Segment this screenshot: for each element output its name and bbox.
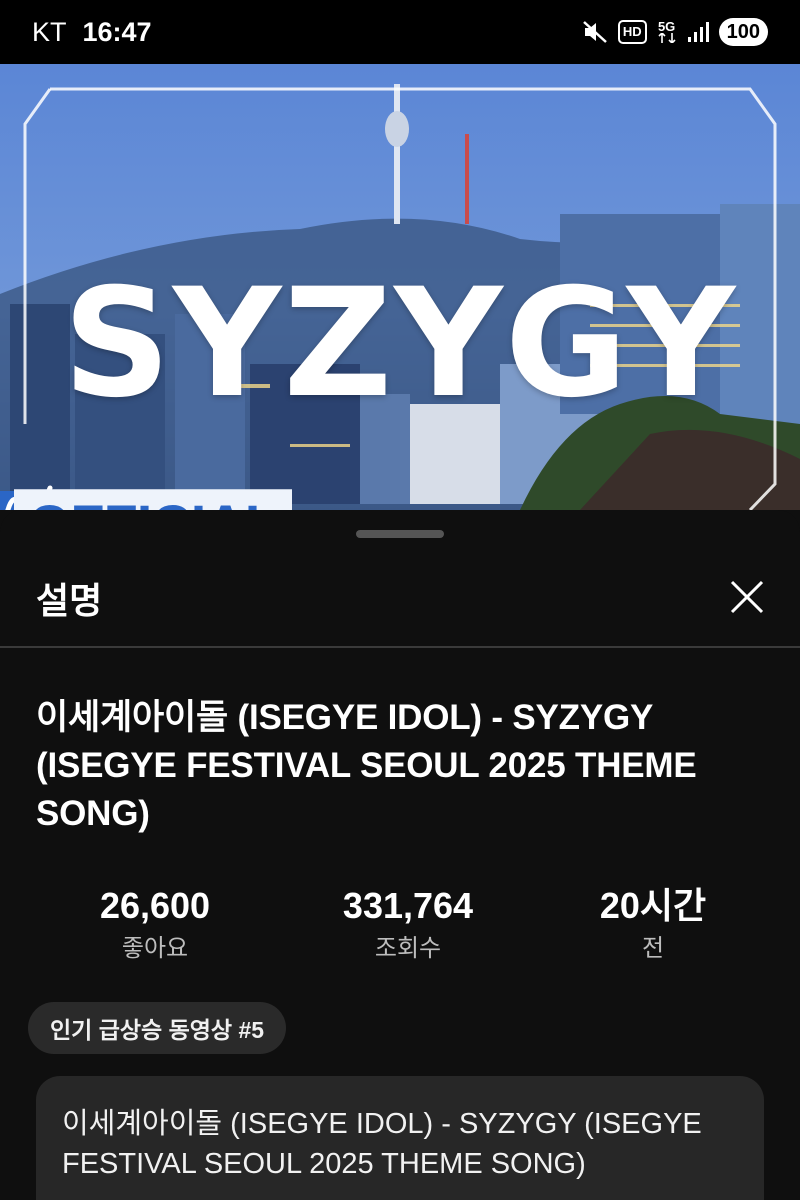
upload-time-label: 전 (641, 935, 665, 962)
video-title: 이세계아이돌 (ISEGYE IDOL) - SYZYGY (ISEGYE FE… (36, 698, 697, 833)
likes-count: 26,600 (99, 885, 211, 926)
trending-chip[interactable]: 인기 급상승 동영상 #5 (28, 1002, 287, 1054)
hd-icon: HD (617, 20, 647, 44)
status-bar: KT 16:47 HD 5G 100 (0, 0, 800, 64)
drag-handle[interactable] (356, 530, 444, 538)
thumbnail-title: SYZYGY (62, 257, 738, 431)
mute-icon (582, 20, 608, 44)
close-icon (730, 580, 764, 614)
upload-time-stat: 20시간 전 (543, 882, 763, 968)
official-label: OFFICIAL (13, 489, 292, 510)
stats-row: 26,600 좋아요 331,764 조회수 20시간 전 (0, 882, 800, 972)
status-right: HD 5G 100 (582, 18, 768, 46)
views-label: 조회수 (374, 935, 442, 962)
description-text: 이세계아이돌 (ISEGYE IDOL) - SYZYGY (ISEGYE FE… (62, 1108, 702, 1180)
official-badge: OFFICIAL (0, 478, 292, 510)
sheet-title: 설명 (36, 580, 103, 621)
likes-stat: 26,600 좋아요 (45, 882, 265, 968)
views-stat: 331,764 조회수 (298, 882, 518, 968)
signal-icon (687, 21, 709, 43)
description-sheet: 설명 이세계아이돌 (ISEGYE IDOL) - SYZYGY (ISEGYE… (0, 510, 800, 1200)
likes-label: 좋아요 (121, 935, 189, 962)
channel-logo-icon (0, 485, 67, 510)
5g-label: 5G (657, 19, 676, 34)
status-left: KT 16:47 (32, 17, 152, 48)
description-box[interactable]: 이세계아이돌 (ISEGYE IDOL) - SYZYGY (ISEGYE FE… (36, 1076, 764, 1200)
battery-icon: 100 (718, 18, 768, 46)
sheet-header: 설명 (0, 548, 800, 648)
close-button[interactable] (722, 572, 772, 622)
clock: 16:47 (82, 16, 152, 47)
carrier-label: KT (32, 16, 67, 47)
views-count: 331,764 (342, 885, 474, 926)
video-player[interactable]: SYZYGY OFFICIAL (0, 64, 800, 510)
5g-icon: 5G (657, 19, 677, 43)
upload-time-value: 20시간 (599, 885, 707, 926)
